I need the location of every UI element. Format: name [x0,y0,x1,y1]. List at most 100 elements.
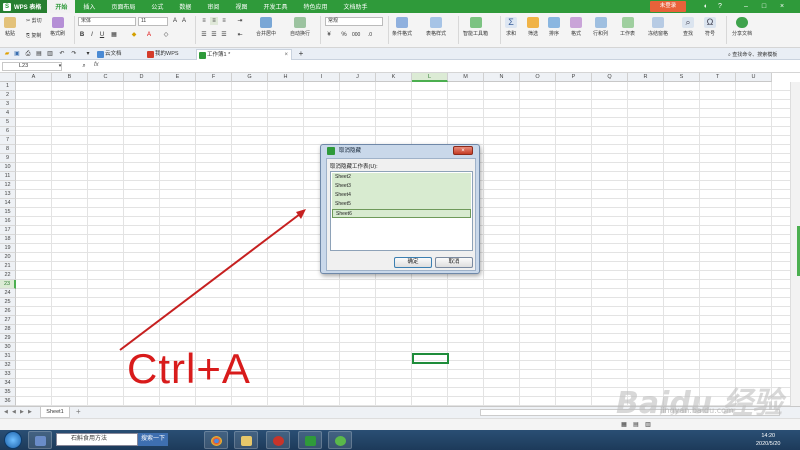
taskbar-wps-sheets[interactable] [298,431,322,449]
clear-format-icon[interactable]: ◇ [162,31,170,39]
font-name-select[interactable]: 宋体 [78,17,136,26]
row-header-32[interactable]: 32 [0,361,16,370]
row-header-19[interactable]: 19 [0,244,16,253]
row-header-5[interactable]: 5 [0,118,16,127]
border-icon[interactable]: ▦ [110,31,118,39]
row-header-16[interactable]: 16 [0,217,16,226]
active-cell-L23[interactable] [412,353,449,364]
dialog-close-button[interactable]: × [453,146,473,155]
last-sheet-icon[interactable]: ▶ [28,409,32,415]
row-header-18[interactable]: 18 [0,235,16,244]
row-header-12[interactable]: 12 [0,181,16,190]
sheet-tab-sheet1[interactable]: Sheet1 [40,407,70,418]
underline-icon[interactable]: U [98,31,106,39]
smart-toolbox-button[interactable]: 智能工具箱 [463,17,488,37]
row-header-1[interactable]: 1 [0,82,16,91]
column-header-T[interactable]: T [700,73,736,82]
maximize-icon[interactable]: □ [758,0,770,13]
column-header-U[interactable]: U [736,73,772,82]
shrink-font-icon[interactable]: A [180,17,188,25]
menu-developer[interactable]: 开发工具 [255,0,295,13]
row-header-7[interactable]: 7 [0,136,16,145]
column-header-E[interactable]: E [160,73,196,82]
wps-app-menu-button[interactable]: S WPS 表格 [0,0,48,13]
undo-icon[interactable]: ↶ [58,50,66,58]
share-button[interactable]: 分享文档 [732,17,752,37]
align-center-icon[interactable]: ☰ [210,31,218,39]
italic-icon[interactable]: I [88,31,96,39]
thousands-icon[interactable]: 000 [352,31,360,39]
row-col-button[interactable]: 行和列 [593,17,608,37]
new-tab-icon[interactable]: + [297,50,305,58]
percent-icon[interactable]: % [340,31,348,39]
row-header-6[interactable]: 6 [0,127,16,136]
column-header-P[interactable]: P [556,73,592,82]
row-header-15[interactable]: 15 [0,208,16,217]
print-preview-icon[interactable]: ▤ [35,50,43,58]
column-header-J[interactable]: J [340,73,376,82]
help-icon[interactable]: ? [714,0,726,13]
formula-zoom-icon[interactable]: ⌕ [80,62,88,70]
save-icon[interactable]: ▣ [13,50,21,58]
column-header-M[interactable]: M [448,73,484,82]
menu-data[interactable]: 数据 [171,0,199,13]
taskbar-ie[interactable] [328,431,352,449]
skin-icon[interactable]: ◐ [700,0,712,13]
column-header-O[interactable]: O [520,73,556,82]
list-item-sheet4[interactable]: Sheet4 [332,191,471,200]
tab-cloud-docs[interactable]: 云文档 [95,49,141,60]
row-header-24[interactable]: 24 [0,289,16,298]
align-top-icon[interactable]: ≡ [200,17,208,25]
row-header-2[interactable]: 2 [0,91,16,100]
column-header-R[interactable]: R [628,73,664,82]
close-icon[interactable]: × [776,0,788,13]
row-header-34[interactable]: 34 [0,379,16,388]
format-painter-button[interactable]: 格式刷 [50,17,65,37]
increase-decimal-icon[interactable]: .0 [366,31,374,39]
list-item-sheet3[interactable]: Sheet3 [332,182,471,191]
conditional-format-button[interactable]: 条件格式 [392,17,412,37]
column-header-Q[interactable]: Q [592,73,628,82]
column-header-S[interactable]: S [664,73,700,82]
wrap-text-button[interactable]: 自动换行 [290,17,310,37]
login-button[interactable]: 未登录 [650,1,686,12]
column-header-I[interactable]: I [304,73,340,82]
add-sheet-icon[interactable]: + [76,407,81,416]
copy-button[interactable]: ⎘ 复制 [26,32,41,39]
row-header-23[interactable]: 23 [0,280,16,289]
row-header-21[interactable]: 21 [0,262,16,271]
row-header-4[interactable]: 4 [0,109,16,118]
tab-workbook1[interactable]: 工作簿1 * × [196,49,292,60]
first-sheet-icon[interactable]: ◀ [4,409,8,415]
prev-sheet-icon[interactable]: ◀ [12,409,16,415]
select-all-corner[interactable] [0,73,16,82]
taskbar-file-explorer[interactable] [234,431,258,449]
column-header-L[interactable]: L [412,73,448,82]
worksheet-button[interactable]: 工作表 [620,17,635,37]
print-icon[interactable]: ⎙ [24,50,32,58]
merge-center-button[interactable]: 合并居中 [256,17,276,37]
menu-view[interactable]: 视图 [227,0,255,13]
row-header-31[interactable]: 31 [0,352,16,361]
symbol-button[interactable]: Ω 符号 [704,17,716,37]
taskbar-app-red[interactable] [266,431,290,449]
table-style-button[interactable]: 表格样式 [426,17,446,37]
hidden-sheet-list[interactable]: Sheet2 Sheet3 Sheet4 Sheet5 Sheet6 [330,171,473,251]
font-color-icon[interactable]: A [145,31,153,39]
column-header-F[interactable]: F [196,73,232,82]
number-format-select[interactable]: 常规 [325,17,383,26]
row-header-10[interactable]: 10 [0,163,16,172]
row-header-22[interactable]: 22 [0,271,16,280]
menu-page-layout[interactable]: 页面布局 [103,0,143,13]
spellcheck-icon[interactable]: ▥ [46,50,54,58]
sum-button[interactable]: Σ 求和 [505,17,517,37]
align-left-icon[interactable]: ☰ [200,31,208,39]
row-header-3[interactable]: 3 [0,100,16,109]
column-header-B[interactable]: B [52,73,88,82]
ok-button[interactable]: 确定 [394,257,432,268]
cut-button[interactable]: ✂ 剪切 [26,17,42,24]
taskbar-search-input[interactable]: 石斛食用方法 [56,433,138,446]
taskbar-clock[interactable]: 14:20 2020/5/20 [756,432,780,448]
list-item-sheet5[interactable]: Sheet5 [332,200,471,209]
tab-my-wps[interactable]: 我的WPS [145,49,193,60]
